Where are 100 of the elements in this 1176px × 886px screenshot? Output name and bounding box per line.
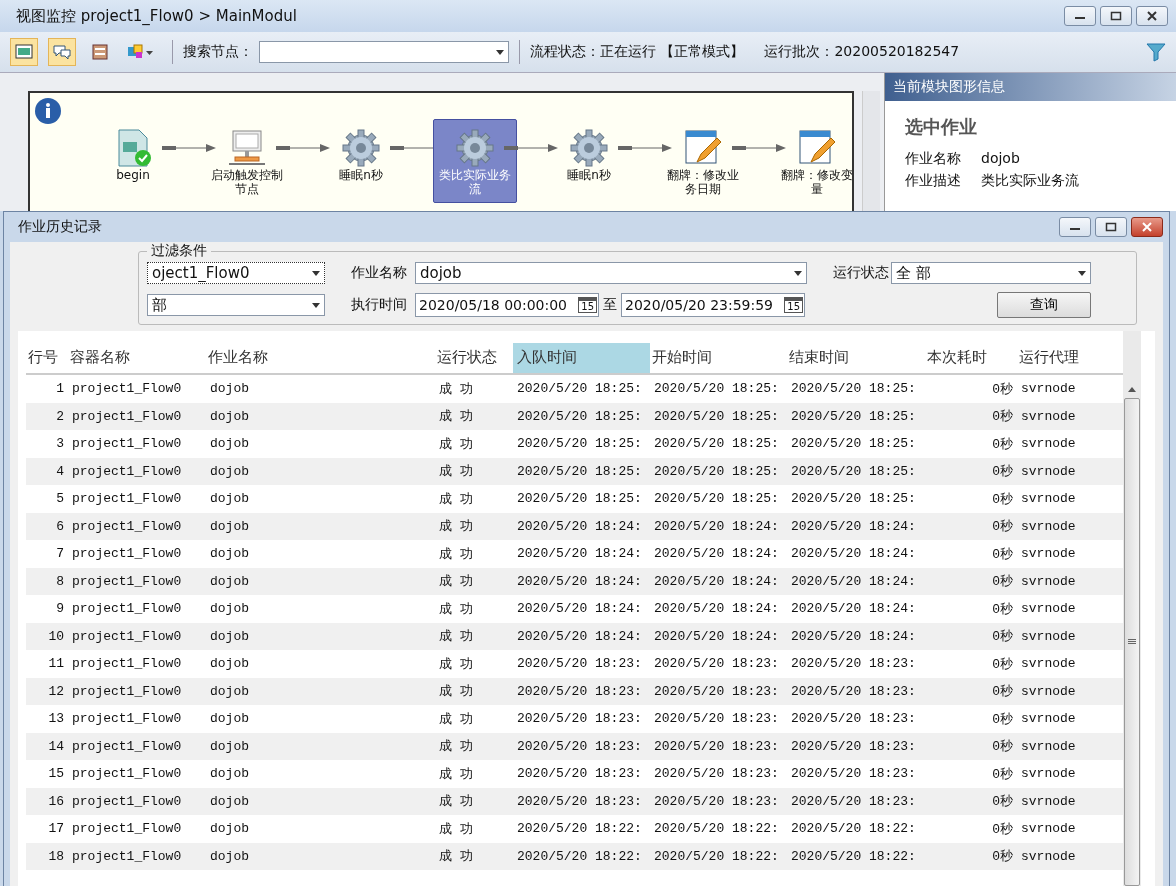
duration-cell-text: 0秒 xyxy=(991,738,1014,756)
row-number: 8 xyxy=(55,573,65,589)
minimize-button[interactable] xyxy=(1059,217,1091,237)
scroll-up-icon[interactable] xyxy=(1128,387,1136,392)
search-label: 搜索节点： xyxy=(183,43,253,61)
start-date-field[interactable]: 2020/05/18 00:00:00 15 xyxy=(415,293,599,317)
end-time-cell-text: 2020/5/20 18:24: xyxy=(790,518,917,534)
chat-tool-button[interactable] xyxy=(48,38,76,66)
agent-cell-text: svrnode xyxy=(1020,821,1077,837)
start-time-cell-text: 2020/5/20 18:25: xyxy=(653,381,780,397)
scrollbar[interactable] xyxy=(862,91,880,211)
column-header[interactable]: 开始时间 xyxy=(650,343,787,373)
flow-node[interactable]: 睡眠n秒 xyxy=(547,127,631,189)
filter-icon[interactable] xyxy=(1146,42,1166,62)
run-status-dropdown[interactable]: 全 部 xyxy=(891,262,1091,284)
column-header[interactable]: 作业名称 xyxy=(206,343,435,373)
end-time-cell-text: 2020/5/20 18:25: xyxy=(790,463,917,479)
status-cell-text: 成 功 xyxy=(438,792,475,811)
status-cell-text: 成 功 xyxy=(438,434,475,453)
flow-node[interactable]: begin xyxy=(91,127,175,189)
end-time-cell-text: 2020/5/20 18:25: xyxy=(790,436,917,452)
calendar-button[interactable]: 15 xyxy=(578,297,597,313)
queued-time-cell-text: 2020/5/20 18:25: xyxy=(516,491,643,507)
status-cell-text: 成 功 xyxy=(438,599,475,618)
status-cell-text: 成 功 xyxy=(438,682,475,701)
container-dropdown[interactable]: oject1_Flow0 xyxy=(147,262,325,284)
job-cell-text: dojob xyxy=(209,738,250,754)
container-cell-text: project1_Flow0 xyxy=(71,766,183,782)
container-cell-text: project1_Flow0 xyxy=(71,601,183,617)
duration-cell-text: 0秒 xyxy=(991,490,1014,508)
start-time-cell-text: 2020/5/20 18:23: xyxy=(653,683,780,699)
container-cell-text: project1_Flow0 xyxy=(71,518,183,534)
flow-node[interactable]: 翻牌：修改业务日期 xyxy=(661,127,745,203)
end-time-cell-text: 2020/5/20 18:24: xyxy=(790,546,917,562)
caret-icon xyxy=(794,270,802,276)
queued-time-cell-text: 2020/5/20 18:23: xyxy=(516,766,643,782)
connector-arrow xyxy=(504,143,560,153)
flow-node[interactable]: 睡眠n秒 xyxy=(319,127,403,189)
column-header[interactable]: 运行状态 xyxy=(435,343,513,373)
search-node-dropdown[interactable] xyxy=(259,41,509,63)
caret-icon xyxy=(312,270,320,276)
panel-header: 当前模块图形信息 xyxy=(885,73,1176,101)
close-button[interactable] xyxy=(1131,217,1163,237)
column-header[interactable]: 运行代理 xyxy=(1017,343,1123,373)
status-cell-text: 成 功 xyxy=(438,627,475,646)
duration-cell-text: 0秒 xyxy=(991,793,1014,811)
row-number: 6 xyxy=(55,518,65,534)
job-cell-text: dojob xyxy=(209,491,250,507)
duration-cell-text: 0秒 xyxy=(991,600,1014,618)
duration-cell-text: 0秒 xyxy=(991,683,1014,701)
agent-cell-text: svrnode xyxy=(1020,546,1077,562)
connector-arrow xyxy=(732,143,788,153)
status-cell-text: 成 功 xyxy=(438,407,475,426)
end-time-cell-text: 2020/5/20 18:25: xyxy=(790,408,917,424)
agent-cell-text: svrnode xyxy=(1020,463,1077,479)
end-time-cell-text: 2020/5/20 18:24: xyxy=(790,628,917,644)
flow-node[interactable]: 启动触发控制节点 xyxy=(205,127,289,203)
end-date-field[interactable]: 2020/05/20 23:59:59 15 xyxy=(621,293,805,317)
start-time-cell-text: 2020/5/20 18:22: xyxy=(653,848,780,864)
row-number: 1 xyxy=(55,381,65,397)
window-title: 视图监控 project1_Flow0 > MainModul xyxy=(16,6,297,26)
queued-time-cell-text: 2020/5/20 18:23: xyxy=(516,793,643,809)
panel-icon xyxy=(92,44,108,60)
category-dropdown[interactable]: 部 xyxy=(147,294,325,316)
row-number: 5 xyxy=(55,491,65,507)
job-cell-text: dojob xyxy=(209,518,250,534)
maximize-button[interactable] xyxy=(1100,6,1132,26)
calendar-button[interactable]: 15 xyxy=(784,297,803,313)
start-time-cell-text: 2020/5/20 18:25: xyxy=(653,491,780,507)
end-time-cell-text: 2020/5/20 18:25: xyxy=(790,491,917,507)
duration-cell-text: 0秒 xyxy=(991,573,1014,591)
monitor-tool-button[interactable] xyxy=(10,38,38,66)
field-value: 类比实际业务流 xyxy=(981,171,1079,190)
duration-cell-text: 0秒 xyxy=(991,820,1014,838)
queued-time-cell-text: 2020/5/20 18:23: xyxy=(516,656,643,672)
job-cell-text: dojob xyxy=(209,601,250,617)
column-header[interactable]: 容器名称 xyxy=(68,343,206,373)
column-header[interactable]: 本次耗时 xyxy=(925,343,1017,373)
column-header[interactable]: 结束时间 xyxy=(787,343,925,373)
close-button[interactable] xyxy=(1136,6,1168,26)
container-cell-text: project1_Flow0 xyxy=(71,463,183,479)
scrollbar[interactable] xyxy=(1123,331,1141,886)
maximize-button[interactable] xyxy=(1095,217,1127,237)
queued-time-cell-text: 2020/5/20 18:23: xyxy=(516,711,643,727)
column-header[interactable]: 行号 xyxy=(26,343,68,373)
job-cell-text: dojob xyxy=(209,766,250,782)
queued-time-cell-text: 2020/5/20 18:25: xyxy=(516,381,643,397)
job-name-dropdown[interactable]: dojob xyxy=(415,262,807,284)
container-cell-text: project1_Flow0 xyxy=(71,491,183,507)
connector-arrow xyxy=(162,143,218,153)
minimize-button[interactable] xyxy=(1064,6,1096,26)
container-cell-text: project1_Flow0 xyxy=(71,848,183,864)
container-cell-text: project1_Flow0 xyxy=(71,381,183,397)
duration-cell-text: 0秒 xyxy=(991,710,1014,728)
section-heading: 选中作业 xyxy=(904,115,978,139)
duration-cell-text: 0秒 xyxy=(991,545,1014,563)
caret-icon xyxy=(1078,270,1086,276)
flow-node[interactable]: 翻牌：修改变量 xyxy=(775,127,852,203)
column-header[interactable]: 入队时间 xyxy=(513,343,650,373)
query-button[interactable]: 查询 xyxy=(997,292,1091,318)
